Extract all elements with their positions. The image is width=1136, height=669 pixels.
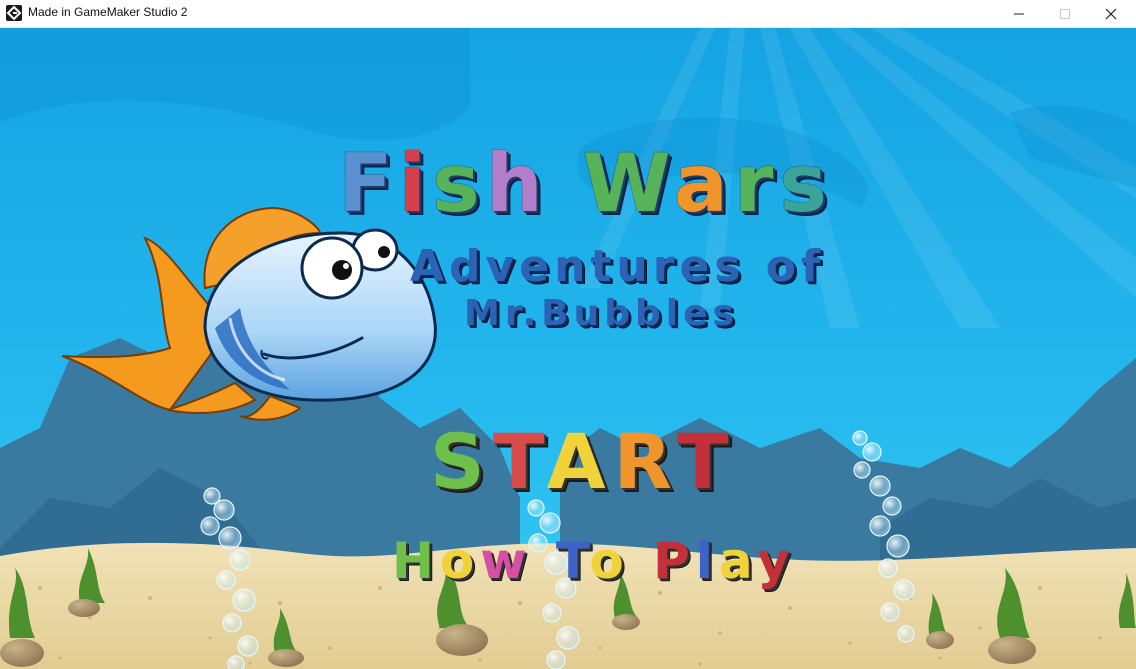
how-to-play-button[interactable]: How To Play: [392, 536, 796, 586]
maximize-button[interactable]: [1042, 0, 1088, 27]
minimize-icon: [1014, 13, 1024, 14]
game-window: Made in GameMaker Studio 2 Fish Wars Adv…: [0, 0, 1136, 669]
minimize-button[interactable]: [996, 0, 1042, 27]
game-subtitle-name: Mr.Bubbles: [464, 293, 739, 334]
maximize-icon: [1060, 8, 1070, 19]
game-title: Fish Wars: [338, 144, 833, 224]
game-viewport[interactable]: Fish Wars Adventures of Mr.Bubbles START…: [0, 28, 1136, 669]
title-bar[interactable]: Made in GameMaker Studio 2: [0, 0, 1136, 28]
gamemaker-icon: [6, 5, 22, 21]
game-subtitle: Adventures of: [410, 241, 826, 292]
close-button[interactable]: [1088, 0, 1134, 27]
game-title-text: Fish Wars: [338, 137, 833, 230]
window-title: Made in GameMaker Studio 2: [28, 5, 188, 19]
start-button-label: START: [430, 417, 737, 506]
how-to-play-label: How To Play: [392, 532, 796, 590]
close-icon: [1105, 8, 1117, 19]
start-button[interactable]: START: [430, 424, 736, 500]
